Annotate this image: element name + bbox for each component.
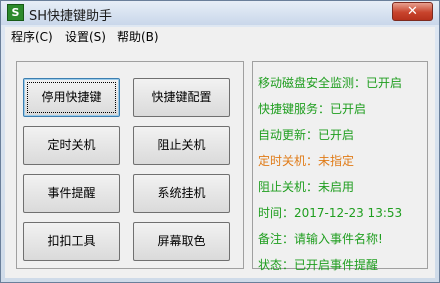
menu-settings[interactable]: 设置(S) [65, 28, 106, 45]
prevent-shutdown-button[interactable]: 阻止关机 [133, 126, 230, 165]
status-panel: 移动磁盘安全监测：已开启 快捷键服务：已开启 自动更新：已开启 定时关机：未指定… [252, 61, 428, 272]
menu-bar: 程序(C) 设置(S) 帮助(B) [5, 27, 435, 45]
status-disk-monitor: 移动磁盘安全监测：已开启 [258, 76, 403, 90]
status-state: 状态：已开启事件提醒 [258, 258, 379, 272]
status-auto-update: 自动更新：已开启 [258, 128, 355, 142]
event-reminder-button[interactable]: 事件提醒 [23, 174, 120, 213]
color-picker-button[interactable]: 屏幕取色 [133, 222, 230, 261]
status-scheduled-shutdown: 定时关机：未指定 [258, 154, 355, 168]
status-prevent-shutdown: 阻止关机：未启用 [258, 180, 355, 194]
qq-tools-button[interactable]: 扣扣工具 [23, 222, 120, 261]
main-window: S SH快捷键助手 ✕ 程序(C) 设置(S) 帮助(B) 停用快捷键 快捷键配… [0, 0, 440, 283]
window-title: SH快捷键助手 [29, 9, 113, 24]
menu-program[interactable]: 程序(C) [11, 28, 53, 45]
disable-hotkey-button[interactable]: 停用快捷键 [23, 78, 120, 117]
status-note: 备注：请输入事件名称! [258, 232, 383, 246]
scheduled-shutdown-button[interactable]: 定时关机 [23, 126, 120, 165]
app-icon: S [7, 4, 24, 21]
function-button-panel: 停用快捷键 快捷键配置 定时关机 阻止关机 事件提醒 系统挂机 扣扣工具 屏幕取… [16, 61, 244, 269]
hotkey-config-button[interactable]: 快捷键配置 [133, 78, 230, 117]
menu-help[interactable]: 帮助(B) [117, 28, 159, 45]
close-button[interactable]: ✕ [392, 2, 433, 21]
title-bar[interactable]: S SH快捷键助手 ✕ [1, 1, 439, 25]
status-time: 时间：2017-12-23 13:53 [258, 206, 403, 220]
system-idle-button[interactable]: 系统挂机 [133, 174, 230, 213]
status-hotkey-service: 快捷键服务：已开启 [258, 102, 367, 116]
